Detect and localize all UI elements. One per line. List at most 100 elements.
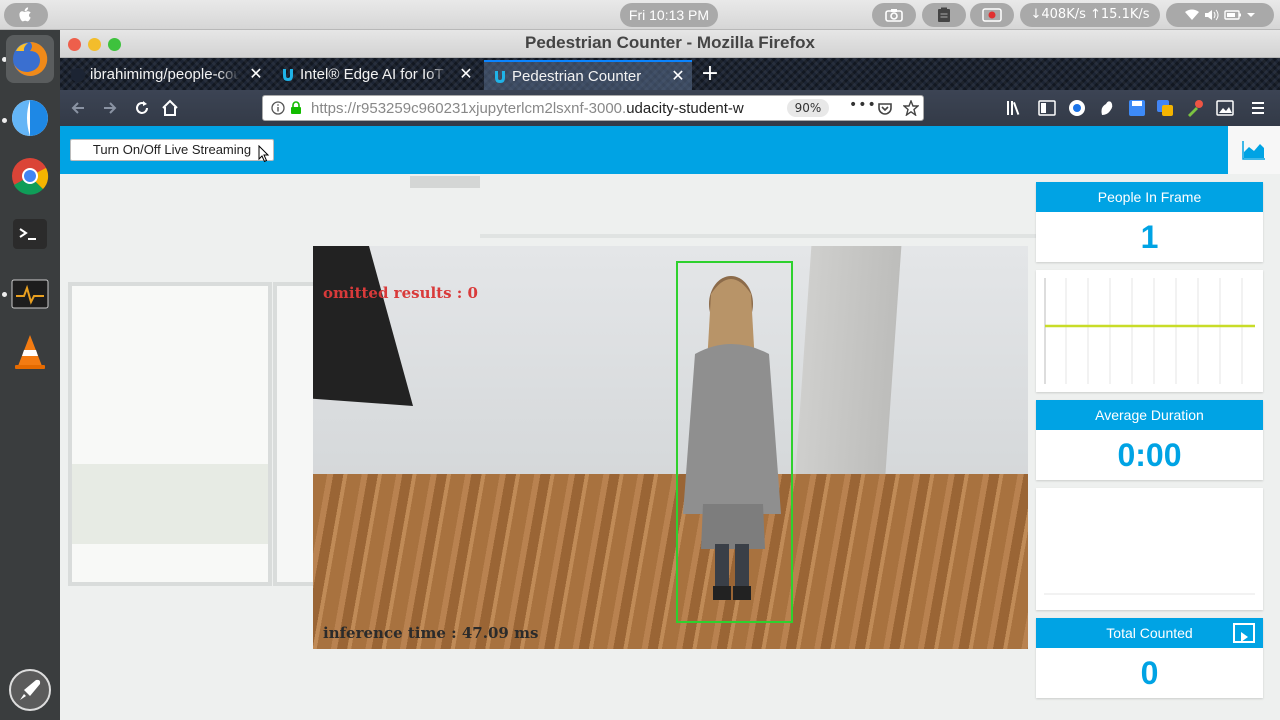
duration-graph-card bbox=[1036, 488, 1263, 610]
tab-strip: ibrahimimg/people-counter ✕ Intel® Edge … bbox=[60, 58, 1280, 90]
omitted-results-text: omitted results : 0 bbox=[323, 284, 478, 302]
home-button[interactable] bbox=[158, 96, 182, 120]
sidebar-icon[interactable] bbox=[1038, 100, 1056, 116]
people-in-frame-card: People In Frame 1 bbox=[1036, 182, 1263, 262]
dock-finder[interactable] bbox=[6, 94, 54, 142]
finder-icon bbox=[12, 100, 48, 136]
people-line-chart bbox=[1044, 278, 1255, 384]
extension-gnome-icon[interactable] bbox=[1098, 99, 1116, 117]
navigation-toolbar: https://r953259c960231xjupyterlcm2lsxnf-… bbox=[60, 90, 1280, 126]
web-page: Turn On/Off Live Streaming omitted resul… bbox=[60, 126, 1280, 720]
url-domain: udacity-student-w bbox=[626, 100, 744, 117]
reload-icon bbox=[136, 101, 148, 114]
video-feed: omitted results : 0 inference time : 47.… bbox=[313, 246, 1028, 649]
account-icon[interactable] bbox=[1068, 99, 1086, 117]
window-title: Pedestrian Counter - Mozilla Firefox bbox=[525, 33, 815, 52]
chevron-down-icon bbox=[1247, 12, 1256, 17]
network-speed-indicator[interactable]: ↓408K/s ↑15.1K/s bbox=[1020, 3, 1160, 27]
clipboard-icon bbox=[938, 7, 950, 22]
vlc-icon bbox=[15, 335, 45, 369]
camera-button[interactable] bbox=[872, 3, 916, 27]
firefox-icon bbox=[13, 41, 48, 76]
inference-time-text: inference time : 47.09 ms bbox=[323, 624, 539, 642]
app-header-bar: Turn On/Off Live Streaming bbox=[60, 126, 1228, 174]
lock-icon bbox=[291, 101, 301, 114]
github-icon bbox=[71, 68, 85, 82]
video-wall bbox=[313, 246, 1028, 476]
people-graph-card bbox=[1036, 270, 1263, 392]
save-icon[interactable] bbox=[1128, 99, 1146, 117]
average-duration-card: Average Duration 0:00 bbox=[1036, 400, 1263, 480]
terminal-icon bbox=[13, 219, 47, 249]
pocket-icon[interactable] bbox=[877, 101, 893, 117]
system-top-bar: Fri 10:13 PM ↓408K/s ↑15.1K/s bbox=[0, 0, 1280, 30]
back-arrow-icon bbox=[71, 102, 84, 114]
forward-button[interactable] bbox=[98, 96, 122, 120]
play-icon[interactable] bbox=[1233, 623, 1255, 643]
total-counted-value: 0 bbox=[1140, 655, 1159, 691]
dock-terminal[interactable] bbox=[6, 210, 54, 258]
new-tab-button[interactable]: + bbox=[698, 60, 722, 88]
tab-label: Pedestrian Counter bbox=[512, 68, 642, 85]
people-in-frame-title: People In Frame bbox=[1036, 182, 1263, 212]
battery-icon bbox=[1224, 9, 1242, 20]
url-prefix: https://r953259c960231xjupyterlcm2lsxnf-… bbox=[311, 100, 627, 117]
play-triangle-icon bbox=[1241, 632, 1248, 642]
zoom-level-badge[interactable]: 90% bbox=[787, 99, 829, 117]
dock-firefox[interactable] bbox=[6, 35, 54, 83]
apple-menu-button[interactable] bbox=[4, 3, 48, 27]
screenshot-icon[interactable] bbox=[1216, 100, 1234, 116]
tab-label: ibrahimimg/people-counter bbox=[90, 66, 240, 83]
tab-label: Intel® Edge AI for IoT Developers bbox=[300, 66, 450, 83]
close-icon[interactable]: ✕ bbox=[248, 60, 264, 90]
url-bar[interactable]: https://r953259c960231xjupyterlcm2lsxnf-… bbox=[262, 95, 924, 121]
stats-panel-tab[interactable] bbox=[1228, 126, 1280, 174]
hamburger-menu-icon[interactable] bbox=[1250, 100, 1266, 116]
clipboard-button[interactable] bbox=[922, 3, 966, 27]
home-icon bbox=[162, 99, 178, 116]
detection-bounding-box bbox=[676, 261, 793, 623]
average-duration-value: 0:00 bbox=[1117, 437, 1182, 473]
video-pillar bbox=[794, 246, 902, 486]
color-picker-icon[interactable] bbox=[1186, 99, 1204, 117]
library-icon[interactable] bbox=[1006, 100, 1024, 116]
people-in-frame-value: 1 bbox=[1140, 219, 1159, 255]
system-monitor-icon bbox=[11, 279, 49, 309]
tab-github[interactable]: ibrahimimg/people-counter ✕ bbox=[62, 60, 270, 90]
dock-chrome[interactable] bbox=[6, 152, 54, 200]
record-icon bbox=[982, 7, 1002, 22]
launcher-dock bbox=[0, 30, 60, 720]
back-button[interactable] bbox=[66, 96, 90, 120]
close-icon[interactable]: ✕ bbox=[458, 60, 474, 90]
screen-record-button[interactable] bbox=[970, 3, 1014, 27]
url-text: https://r953259c960231xjupyterlcm2lsxnf-… bbox=[311, 100, 781, 117]
tab-pedestrian-counter[interactable]: Pedestrian Counter ✕ bbox=[484, 60, 692, 90]
total-counted-header: Total Counted bbox=[1036, 618, 1263, 648]
tab-intel-edge-ai[interactable]: Intel® Edge AI for IoT Developers ✕ bbox=[272, 60, 480, 90]
total-counted-card: Total Counted 0 bbox=[1036, 618, 1263, 698]
rocket-icon bbox=[9, 669, 51, 711]
volume-icon bbox=[1204, 9, 1219, 20]
chrome-icon bbox=[12, 158, 49, 195]
dock-system-monitor[interactable] bbox=[6, 270, 54, 318]
mouse-cursor-icon bbox=[258, 145, 270, 163]
area-chart-icon bbox=[1242, 141, 1265, 160]
close-icon[interactable]: ✕ bbox=[670, 62, 686, 90]
wifi-icon bbox=[1184, 9, 1199, 20]
udacity-icon bbox=[495, 71, 505, 83]
window-titlebar: Pedestrian Counter - Mozilla Firefox bbox=[60, 30, 1280, 58]
dock-vlc[interactable] bbox=[6, 328, 54, 376]
info-icon bbox=[271, 101, 285, 115]
udacity-icon bbox=[283, 69, 293, 81]
average-duration-title: Average Duration bbox=[1036, 400, 1263, 430]
toggle-streaming-button[interactable]: Turn On/Off Live Streaming bbox=[70, 139, 274, 161]
translate-icon[interactable] bbox=[1156, 99, 1174, 117]
camera-icon bbox=[885, 8, 903, 22]
page-actions-icon[interactable]: ••• bbox=[849, 97, 877, 113]
dock-launcher[interactable] bbox=[6, 666, 54, 714]
forward-arrow-icon bbox=[104, 102, 117, 114]
bookmark-star-icon[interactable] bbox=[903, 100, 919, 116]
clock[interactable]: Fri 10:13 PM bbox=[620, 3, 718, 27]
system-tray[interactable] bbox=[1166, 3, 1274, 27]
reload-button[interactable] bbox=[130, 96, 154, 120]
